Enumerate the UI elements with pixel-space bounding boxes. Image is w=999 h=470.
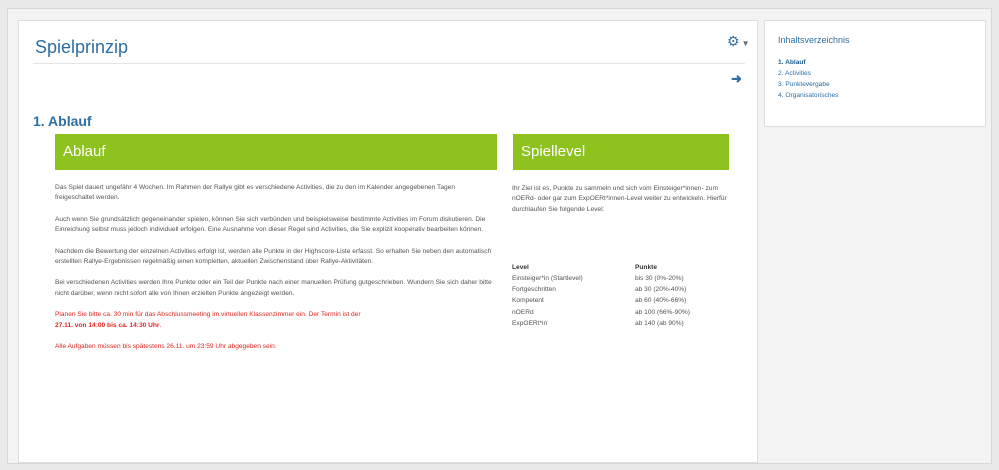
toc-block: Inhaltsverzeichnis 1. Ablauf 2. Activiti… [764,20,986,127]
points-cell: ab 60 (40%-66%) [635,297,687,305]
meeting-notice-text: Planen Sie bitte ca. 30 min für das Absc… [55,311,361,319]
level-cell: Fortgeschritten [512,286,556,294]
level-cell: Einsteiger*in (Startlevel) [512,275,583,283]
meeting-date: 27.11. von 14:00 bis ca. 14:30 Uhr [55,321,160,329]
column-header-points: Punkte [635,264,657,271]
level-cell: nOERd [512,308,534,316]
toc-item-ablauf[interactable]: 1. Ablauf [778,57,838,68]
spiellevel-intro: Ihr Ziel ist es, Punkte zu sammeln und s… [512,185,727,213]
settings-menu-button[interactable]: ⚙ ▼ [727,33,749,50]
page-title: Spielprinzip [35,37,129,57]
divider [33,63,745,64]
table-row: Kompetent ab 60 (40%-66%) [512,295,690,306]
arrow-right-icon: ➜ [731,71,742,86]
main-content: Spielprinzip ⚙ ▼ ➜ 1. Ablauf Ablauf Spiel… [18,20,758,463]
level-table: Level Punkte Einsteiger*in (Startlevel) b… [512,262,690,329]
gear-icon: ⚙ [727,33,740,49]
meeting-notice-end: . [159,321,162,329]
toc-list: 1. Ablauf 2. Activities 3. Punktevergabe… [778,57,838,101]
ablauf-banner: Ablauf [55,134,497,170]
level-cell: ExpOERt*in [512,319,548,327]
table-row: Fortgeschritten ab 30 (20%-40%) [512,284,690,295]
paragraph: Auch wenn Sie grundsätzlich gegeneinande… [55,215,486,234]
table-row: nOERd ab 100 (66%-90%) [512,307,690,318]
paragraph: Bei verschiedenen Activities werden Ihre… [55,279,492,297]
toc-item-punktevergabe[interactable]: 3. Punktevergabe [778,79,838,90]
spiellevel-banner: Spiellevel [513,134,729,170]
table-header-row: Level Punkte [512,262,690,273]
meeting-notice: Planen Sie bitte ca. 30 min für das Absc… [55,310,495,331]
toc-item-activities[interactable]: 2. Activities [778,68,838,79]
section-title: 1. Ablauf [33,113,92,129]
points-cell: bis 30 (0%-20%) [635,275,684,283]
ablauf-text: Das Spiel dauert ungefähr 4 Wochen. Im R… [55,183,495,363]
toc-title: Inhaltsverzeichnis [778,35,850,45]
column-header-level: Level [512,264,529,271]
points-cell: ab 140 (ab 90%) [635,319,684,327]
toc-item-organisatorisches[interactable]: 4. Organisatorisches [778,90,838,101]
paragraph: Das Spiel dauert ungefähr 4 Wochen. Im R… [55,184,456,202]
deadline-notice: Alle Aufgaben müssen bis spätestens 26.1… [55,343,277,351]
next-page-button[interactable]: ➜ [731,71,742,87]
points-cell: ab 100 (66%-90%) [635,308,690,316]
paragraph: Nachdem die Bewertung der einzelnen Acti… [55,247,492,266]
table-row: ExpOERt*in ab 140 (ab 90%) [512,318,690,329]
chevron-down-icon: ▼ [741,39,750,48]
level-cell: Kompetent [512,297,544,305]
points-cell: ab 30 (20%-40%) [635,286,687,294]
table-row: Einsteiger*in (Startlevel) bis 30 (0%-20%… [512,273,690,284]
